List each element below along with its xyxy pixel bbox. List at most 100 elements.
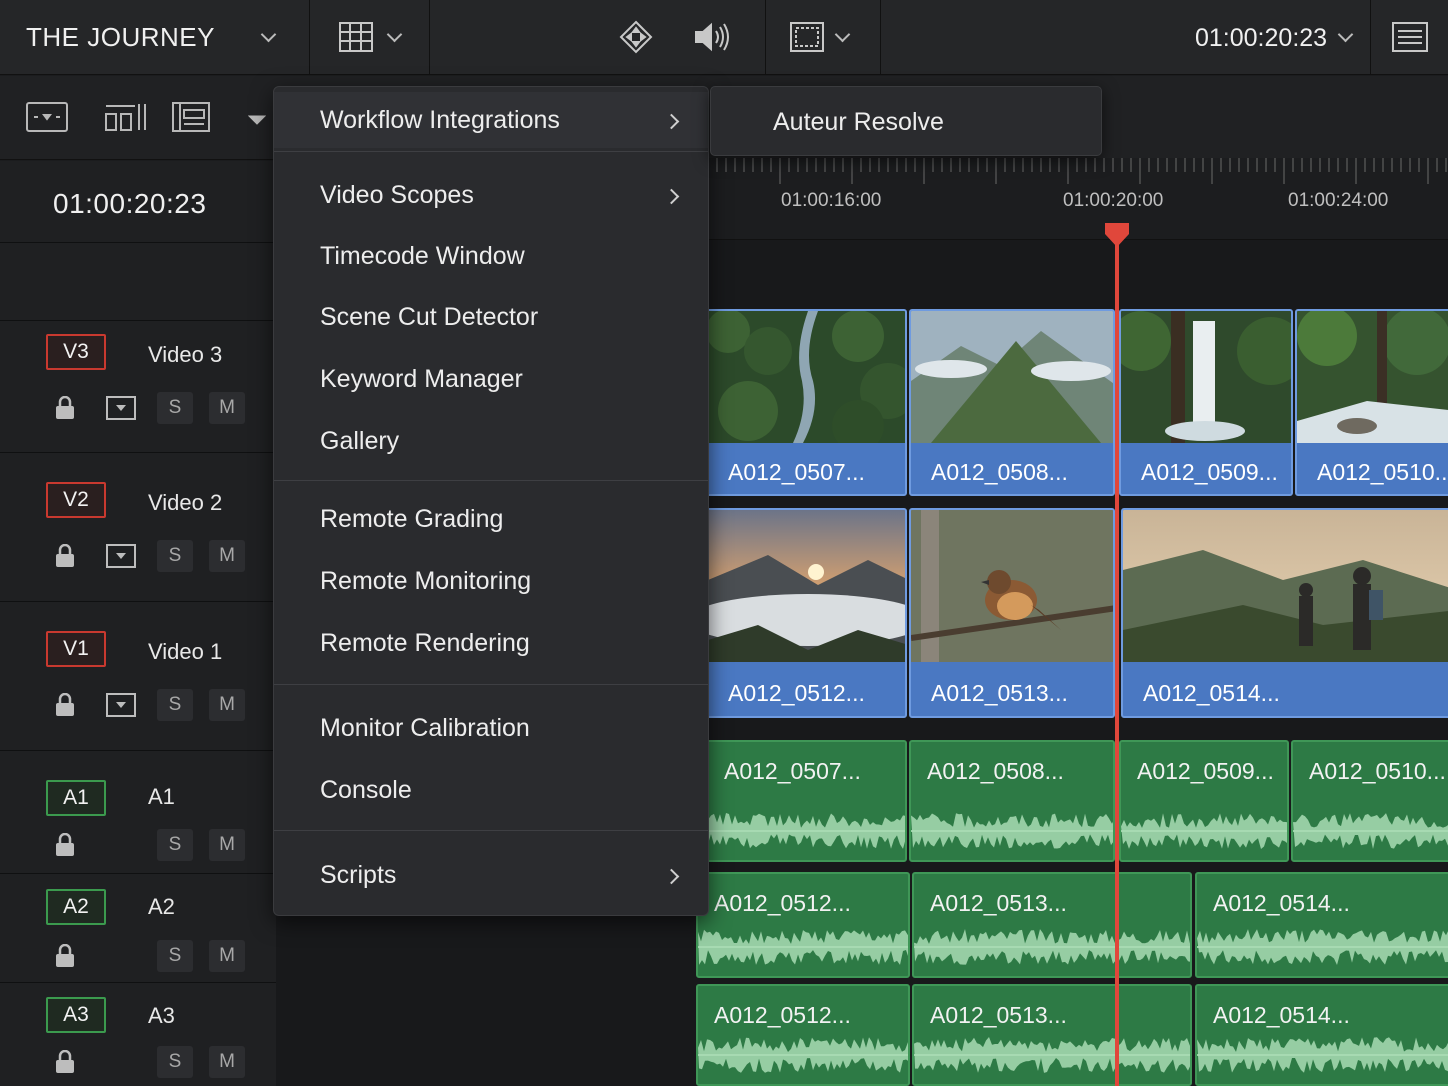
menu-item-remote-grading[interactable]: Remote Grading bbox=[274, 491, 708, 547]
timecode-dropdown-chevron-icon[interactable] bbox=[1337, 26, 1354, 43]
audio-clip[interactable]: A012_0512... bbox=[696, 872, 910, 978]
clip-name: A012_0512... bbox=[728, 680, 865, 706]
clip-name: A012_0514... bbox=[1143, 680, 1280, 706]
track-id-badge[interactable]: A3 bbox=[46, 997, 106, 1033]
track-name[interactable]: A2 bbox=[148, 894, 175, 920]
audio-clip[interactable]: A012_0514... bbox=[1195, 984, 1448, 1086]
toolbar-timecode[interactable]: 01:00:20:23 bbox=[1195, 24, 1327, 53]
audio-clip[interactable]: A012_0513... bbox=[912, 872, 1192, 978]
menu-item-video-scopes[interactable]: Video Scopes bbox=[274, 167, 708, 223]
clip-name: A012_0510... bbox=[1309, 758, 1446, 784]
video-clip[interactable]: A012_0513... bbox=[909, 508, 1115, 718]
video-clip[interactable]: A012_0507... bbox=[706, 309, 907, 496]
audio-clip[interactable]: A012_0514... bbox=[1195, 872, 1448, 978]
solo-button[interactable]: S bbox=[157, 1046, 193, 1078]
audio-waveform bbox=[698, 1037, 908, 1073]
mute-button[interactable]: M bbox=[209, 1046, 245, 1078]
transform-icon[interactable] bbox=[619, 20, 653, 59]
track-id-badge[interactable]: V1 bbox=[46, 631, 106, 667]
track-id-badge[interactable]: V2 bbox=[46, 482, 106, 518]
video-clip[interactable]: A012_0509... bbox=[1119, 309, 1293, 496]
chevron-right-icon bbox=[663, 113, 680, 130]
audio-clip[interactable]: A012_0513... bbox=[912, 984, 1192, 1086]
lock-icon[interactable] bbox=[55, 943, 75, 973]
more-dropdown-icon[interactable] bbox=[247, 112, 267, 130]
audio-waveform bbox=[914, 1037, 1190, 1073]
grid-view-icon[interactable] bbox=[339, 22, 373, 57]
playhead-handle-icon[interactable] bbox=[1104, 222, 1130, 253]
menu-item-label: Console bbox=[320, 776, 412, 804]
auto-select-icon[interactable] bbox=[106, 544, 136, 573]
viewer-dropdown-chevron-icon[interactable] bbox=[834, 26, 851, 43]
clip-name: A012_0513... bbox=[931, 680, 1068, 706]
track-id-badge[interactable]: A1 bbox=[46, 780, 106, 816]
viewer-mode-icon[interactable] bbox=[26, 102, 68, 137]
timeline-view-options-icon[interactable] bbox=[105, 102, 147, 137]
menu-item-keyword-manager[interactable]: Keyword Manager bbox=[274, 351, 708, 407]
lock-icon[interactable] bbox=[55, 543, 75, 573]
video-clip[interactable]: A012_0508... bbox=[909, 309, 1115, 496]
track-name[interactable]: A1 bbox=[148, 784, 175, 810]
audio-clip[interactable]: A012_0512... bbox=[696, 984, 910, 1086]
lock-icon[interactable] bbox=[55, 832, 75, 862]
track-name[interactable]: Video 2 bbox=[148, 490, 222, 516]
menu-item-timecode-window[interactable]: Timecode Window bbox=[274, 228, 708, 284]
menu-item-label: Gallery bbox=[320, 427, 400, 455]
solo-button[interactable]: S bbox=[157, 540, 193, 572]
volume-icon[interactable] bbox=[694, 22, 732, 57]
submenu-item-auteur-resolve[interactable]: Auteur Resolve bbox=[773, 108, 944, 137]
menu-item-scene-cut-detector[interactable]: Scene Cut Detector bbox=[274, 289, 708, 345]
project-dropdown-chevron-icon[interactable] bbox=[260, 26, 277, 43]
mute-button[interactable]: M bbox=[209, 540, 245, 572]
mute-button[interactable]: M bbox=[209, 829, 245, 861]
chevron-right-icon bbox=[663, 868, 680, 885]
timeline-timecode[interactable]: 01:00:20:23 bbox=[53, 188, 206, 220]
mute-button[interactable]: M bbox=[209, 940, 245, 972]
project-title[interactable]: THE JOURNEY bbox=[26, 22, 215, 53]
video-clip[interactable]: A012_0512... bbox=[706, 508, 907, 718]
grid-dropdown-chevron-icon[interactable] bbox=[386, 26, 403, 43]
track-name[interactable]: Video 1 bbox=[148, 639, 222, 665]
auto-select-icon[interactable] bbox=[106, 693, 136, 722]
audio-clip[interactable]: A012_0510... bbox=[1291, 740, 1448, 862]
solo-button[interactable]: S bbox=[157, 689, 193, 721]
clip-thumbnail-river-forest bbox=[708, 311, 905, 443]
menu-item-console[interactable]: Console bbox=[274, 762, 708, 818]
video-clip[interactable]: A012_0510... bbox=[1295, 309, 1448, 496]
mute-button[interactable]: M bbox=[209, 392, 245, 424]
menu-item-remote-monitoring[interactable]: Remote Monitoring bbox=[274, 553, 708, 609]
menu-item-scripts[interactable]: Scripts bbox=[274, 847, 708, 903]
clip-name: A012_0509... bbox=[1137, 758, 1274, 784]
lock-icon[interactable] bbox=[55, 1049, 75, 1079]
video-clip[interactable]: A012_0514... bbox=[1121, 508, 1448, 718]
edit-mode-icon[interactable] bbox=[172, 102, 210, 137]
menu-separator bbox=[274, 151, 708, 152]
menu-item-label: Keyword Manager bbox=[320, 365, 523, 393]
track-name[interactable]: A3 bbox=[148, 1003, 175, 1029]
lock-icon[interactable] bbox=[55, 692, 75, 722]
audio-clip[interactable]: A012_0508... bbox=[909, 740, 1115, 862]
auto-select-icon[interactable] bbox=[106, 396, 136, 425]
track-name[interactable]: Video 3 bbox=[148, 342, 222, 368]
solo-button[interactable]: S bbox=[157, 392, 193, 424]
viewer-frame-icon[interactable] bbox=[790, 22, 824, 57]
menu-item-workflow-integrations[interactable]: Workflow Integrations bbox=[274, 92, 708, 148]
track-id-badge[interactable]: V3 bbox=[46, 334, 106, 370]
track-id-badge[interactable]: A2 bbox=[46, 889, 106, 925]
clip-name: A012_0512... bbox=[714, 1002, 851, 1028]
audio-waveform bbox=[1121, 813, 1287, 849]
mute-button[interactable]: M bbox=[209, 689, 245, 721]
clip-name: A012_0514... bbox=[1213, 890, 1350, 916]
ruler-label: 01:00:24:00 bbox=[1288, 190, 1389, 211]
lock-icon[interactable] bbox=[55, 395, 75, 425]
metadata-panel-icon[interactable] bbox=[1392, 22, 1428, 57]
solo-button[interactable]: S bbox=[157, 829, 193, 861]
solo-button[interactable]: S bbox=[157, 940, 193, 972]
audio-clip[interactable]: A012_0507... bbox=[706, 740, 907, 862]
audio-clip[interactable]: A012_0509... bbox=[1119, 740, 1289, 862]
playhead[interactable] bbox=[1115, 232, 1119, 1086]
menu-item-gallery[interactable]: Gallery bbox=[274, 413, 708, 469]
clip-thumbnail-sunrise-clouds bbox=[708, 510, 905, 662]
menu-item-monitor-calibration[interactable]: Monitor Calibration bbox=[274, 700, 708, 756]
menu-item-remote-rendering[interactable]: Remote Rendering bbox=[274, 615, 708, 671]
